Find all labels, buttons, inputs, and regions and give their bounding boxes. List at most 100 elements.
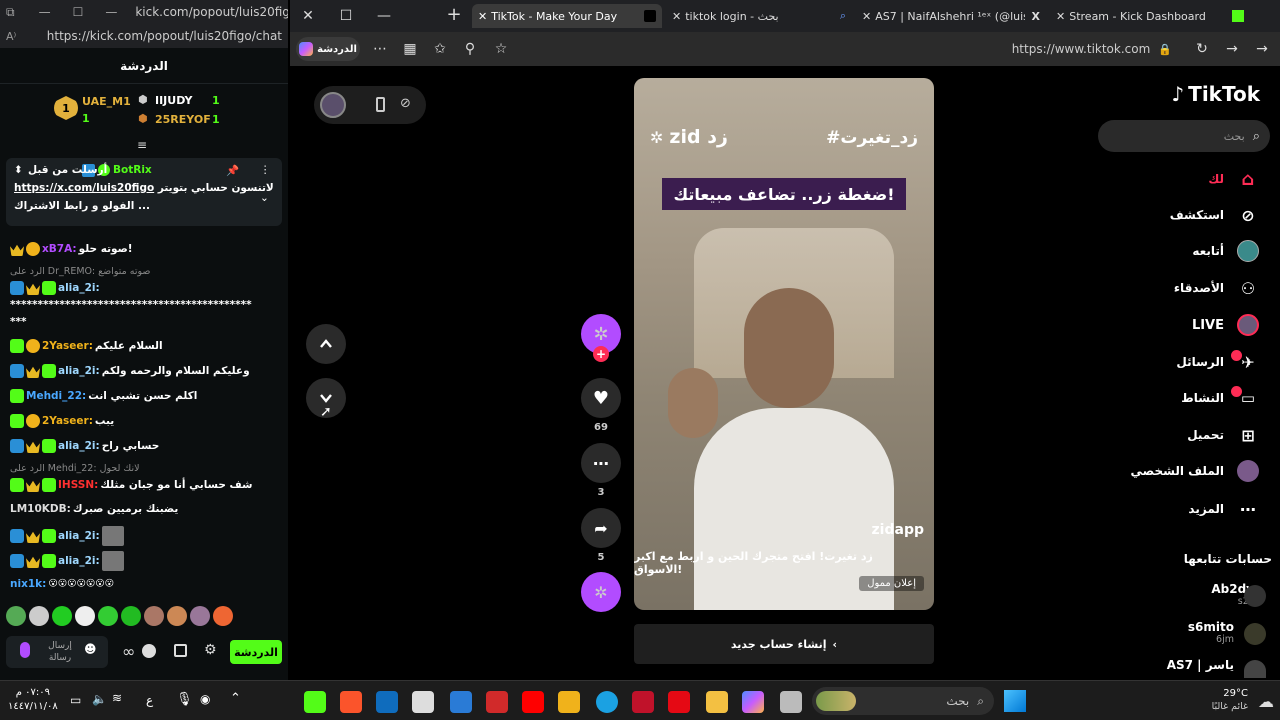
sound-action[interactable]: ✲ <box>581 572 621 616</box>
favorite-star-icon[interactable]: ☆ <box>491 39 511 59</box>
chat-username[interactable]: nix1k: <box>10 578 46 590</box>
kick-close-button[interactable]: — <box>105 5 117 19</box>
tab-tiktok-login[interactable]: ✕ tiktok login - بحث ⌕ <box>666 4 852 28</box>
split-screen-icon[interactable]: ⚲ <box>460 39 480 59</box>
refresh-icon[interactable]: ↻ <box>1192 39 1212 59</box>
store-app-icon[interactable] <box>558 691 580 713</box>
edge-icon[interactable] <box>596 691 618 713</box>
chat-send-button[interactable]: الدردشة <box>230 640 282 664</box>
emote-icon[interactable] <box>190 606 210 626</box>
chat-username[interactable]: alia_2i: <box>58 555 100 567</box>
taskview-icon[interactable] <box>780 691 802 713</box>
emoji-icon[interactable]: ☻ <box>84 642 97 656</box>
expand-chevron-icon[interactable]: ⌄ <box>260 192 269 204</box>
chat-username[interactable]: 2Yaseer: <box>42 415 93 427</box>
reader-mode-icon[interactable]: A⁾ <box>6 30 16 43</box>
collapse-leaderboard-icon[interactable]: ≡ <box>137 138 147 152</box>
kick-address-bar[interactable]: A⁾ https://kick.com/popout/luis20figo/ch… <box>0 24 288 48</box>
account-avatar[interactable] <box>1244 660 1266 678</box>
nav-explore[interactable]: استكشف ⊘ <box>1170 203 1260 227</box>
weather-widget[interactable]: 29°C غائم غالبًا ☁ <box>1204 686 1278 716</box>
comment-action[interactable]: ⋯ 3 <box>581 443 621 498</box>
nav-for-you[interactable]: لك ⌂ <box>1208 167 1260 191</box>
emote-icon[interactable] <box>29 606 49 626</box>
emote-icon[interactable] <box>121 606 141 626</box>
chat-username[interactable]: xB7A: <box>42 243 77 255</box>
nav-activity[interactable]: النشاط ▭ <box>1181 386 1260 410</box>
tab-close-icon[interactable]: ✕ <box>862 10 871 23</box>
app-tray-icon[interactable]: ◉ <box>200 692 210 706</box>
copilot-chat-button[interactable]: الدردشة <box>296 37 360 61</box>
emote-icon[interactable] <box>144 606 164 626</box>
pinned-link[interactable]: https://x.com/luis20figo <box>14 182 154 194</box>
account-avatar[interactable] <box>1244 623 1266 645</box>
leader-3-name[interactable]: 25REYOF <box>155 113 211 126</box>
video-author[interactable]: zidapp <box>872 522 924 538</box>
chat-username[interactable]: 2Yaseer: <box>42 340 93 352</box>
pinned-user[interactable]: BotRix <box>113 164 152 176</box>
nav-messages[interactable]: الرسائل ✈ <box>1176 350 1260 374</box>
file-explorer-icon[interactable] <box>706 691 728 713</box>
outlook-icon[interactable] <box>376 691 398 713</box>
search-input[interactable]: بحث ⌕ <box>1098 120 1270 152</box>
followed-account[interactable]: AS7 | ياسر <box>1167 658 1234 672</box>
nav-more[interactable]: المزيد ⋯ <box>1188 497 1260 521</box>
speaker-icon[interactable]: 🔈 <box>92 692 107 706</box>
chat-username[interactable]: alia_2i: <box>58 440 100 452</box>
emote-icon[interactable] <box>52 606 72 626</box>
like-action[interactable]: ♥ 69 <box>581 378 621 433</box>
chat-username[interactable]: LM10KDB: <box>10 503 71 515</box>
battery-icon[interactable]: ▭ <box>70 693 81 707</box>
emote-icon[interactable] <box>98 606 118 626</box>
settings-icon[interactable]: ⚙ <box>204 642 217 658</box>
chat-username[interactable]: alia_2i: <box>58 530 100 542</box>
kick-minimize-button[interactable]: — <box>39 5 51 19</box>
maximize-icon[interactable]: ☐ <box>336 6 356 26</box>
chat-username[interactable]: IHSSN: <box>58 479 98 491</box>
app-l-icon[interactable] <box>486 691 508 713</box>
chat-username[interactable]: Mehdi_22: <box>26 390 86 402</box>
share-action[interactable]: ➦ 5 <box>581 508 621 563</box>
infinity-icon[interactable]: ∞ <box>122 642 135 661</box>
leader-2-name[interactable]: IIJUDY <box>155 94 193 107</box>
new-tab-icon[interactable]: + <box>444 5 464 25</box>
previous-video-button[interactable] <box>306 324 346 364</box>
nav-following[interactable]: أتابعه <box>1192 239 1260 263</box>
emote-icon[interactable] <box>167 606 187 626</box>
chat-username[interactable]: alia_2i: <box>58 282 100 294</box>
settings-app-icon[interactable] <box>412 691 434 713</box>
message-input[interactable]: إرسال رسالة ☻ <box>6 636 108 668</box>
forward-icon[interactable]: → <box>1222 39 1242 59</box>
chat-username[interactable]: alia_2i: <box>58 365 100 377</box>
address-bar[interactable]: https://www.tiktok.com 🔒 <box>518 37 1178 61</box>
reply-preview[interactable]: الرد على Mehdi_22: لانك لحول <box>10 463 140 474</box>
creator-avatar-action[interactable]: ✲ + <box>581 314 621 362</box>
account-avatar[interactable] <box>1244 585 1266 607</box>
mobile-icon[interactable] <box>376 97 385 112</box>
back-icon[interactable]: → <box>1252 39 1272 59</box>
leader-1-name[interactable]: UAE_M1 <box>82 95 131 108</box>
followed-account[interactable]: s6mito 6jm <box>1188 620 1234 645</box>
tab-close-icon[interactable]: ✕ <box>1056 10 1065 23</box>
store-icon[interactable] <box>174 644 187 657</box>
emote-icon[interactable] <box>75 606 95 626</box>
tab-close-icon[interactable]: ✕ <box>672 10 681 23</box>
nav-live[interactable]: LIVE <box>1192 313 1260 337</box>
tab-kick-dashboard[interactable]: ✕ Stream - Kick Dashboard <box>1050 4 1250 28</box>
kick-popout-icon[interactable]: ⧉ <box>6 5 15 20</box>
collections-icon[interactable]: ✩ <box>430 39 450 59</box>
video-player[interactable]: #زد_تغيرت ✲ zid زد ضغطة زر.. تضاعف مبيعا… <box>634 78 934 610</box>
mail-icon[interactable] <box>450 691 472 713</box>
copilot-app-icon[interactable] <box>742 691 764 713</box>
compass-small-icon[interactable]: ⊘ <box>400 96 411 111</box>
brave-icon[interactable] <box>340 691 362 713</box>
clock[interactable]: ٠٧:٠٩ م ١٤٤٧/١١/٠٨ <box>8 686 58 714</box>
language-indicator[interactable]: ع <box>146 693 153 707</box>
microphone-icon[interactable]: 🎙 <box>176 692 193 707</box>
youtube-icon[interactable] <box>522 691 544 713</box>
mic-icon[interactable] <box>20 642 30 658</box>
creator-avatar[interactable] <box>320 92 346 118</box>
gifts-icon[interactable] <box>142 644 156 658</box>
shield-app-icon[interactable] <box>632 691 654 713</box>
reply-preview[interactable]: الرد على Dr_REMO: صوته متواضع <box>10 266 150 277</box>
